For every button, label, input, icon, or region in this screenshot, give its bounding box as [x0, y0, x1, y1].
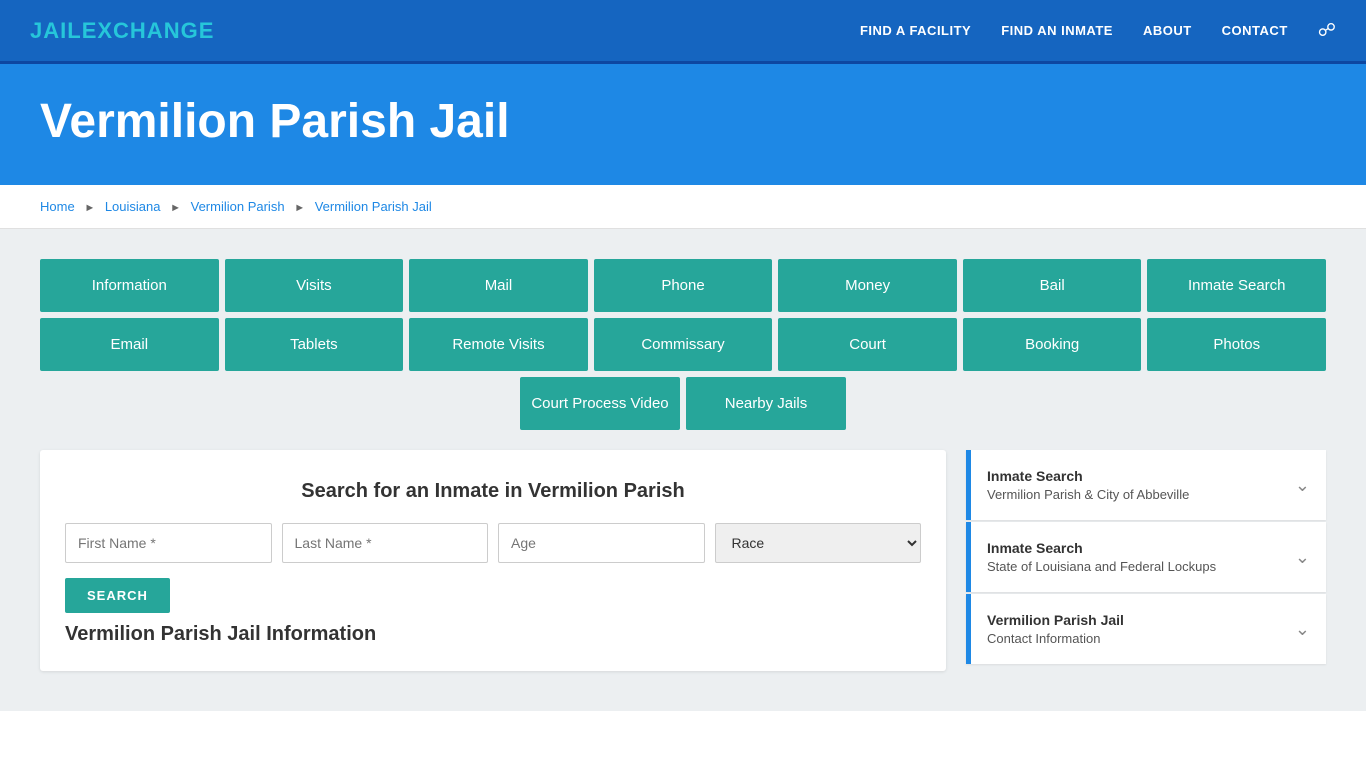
nav-about[interactable]: ABOUT	[1143, 23, 1192, 38]
search-button[interactable]: SEARCH	[65, 578, 170, 613]
breadcrumb-louisiana[interactable]: Louisiana	[105, 199, 161, 214]
breadcrumb-sep-3: ►	[294, 202, 305, 214]
right-inmate-search-local[interactable]: Inmate Search Vermilion Parish & City of…	[966, 450, 1326, 520]
search-section-title: Search for an Inmate in Vermilion Parish	[65, 480, 921, 503]
nav-find-inmate[interactable]: FIND AN INMATE	[1001, 23, 1113, 38]
btn-information[interactable]: Information	[40, 259, 219, 312]
chevron-down-icon-3: ⌄	[1295, 619, 1310, 640]
chevron-down-icon-1: ⌄	[1295, 475, 1310, 496]
last-name-input[interactable]	[282, 523, 489, 563]
right-item-3-subtitle: Contact Information	[987, 631, 1124, 646]
right-item-3-title: Vermilion Parish Jail	[987, 612, 1124, 628]
search-icon[interactable]: ☍	[1318, 20, 1336, 41]
first-name-input[interactable]	[65, 523, 272, 563]
breadcrumb-sep-1: ►	[84, 202, 95, 214]
race-select[interactable]: Race White Black Hispanic Asian Other	[715, 523, 922, 563]
right-item-2-subtitle: State of Louisiana and Federal Lockups	[987, 559, 1216, 574]
breadcrumb: Home ► Louisiana ► Vermilion Parish ► Ve…	[0, 185, 1366, 229]
right-item-2-title: Inmate Search	[987, 540, 1216, 556]
nav-links: FIND A FACILITY FIND AN INMATE ABOUT CON…	[860, 20, 1336, 41]
right-contact-info[interactable]: Vermilion Parish Jail Contact Informatio…	[966, 594, 1326, 664]
left-panel: Search for an Inmate in Vermilion Parish…	[40, 450, 946, 671]
navbar: JAILEXCHANGE FIND A FACILITY FIND AN INM…	[0, 0, 1366, 64]
content-area: Search for an Inmate in Vermilion Parish…	[40, 450, 1326, 671]
chevron-down-icon-2: ⌄	[1295, 547, 1310, 568]
page-title: Vermilion Parish Jail	[40, 94, 1326, 149]
right-panel: Inmate Search Vermilion Parish & City of…	[966, 450, 1326, 671]
btn-commissary[interactable]: Commissary	[594, 318, 773, 371]
left-bottom: Vermilion Parish Jail Information	[65, 623, 921, 646]
search-form: Race White Black Hispanic Asian Other	[65, 523, 921, 563]
right-item-1-subtitle: Vermilion Parish & City of Abbeville	[987, 487, 1189, 502]
btn-nearby-jails[interactable]: Nearby Jails	[686, 377, 846, 430]
site-logo[interactable]: JAILEXCHANGE	[30, 18, 214, 44]
btn-mail[interactable]: Mail	[409, 259, 588, 312]
grid-row-2: Email Tablets Remote Visits Commissary C…	[40, 318, 1326, 371]
btn-money[interactable]: Money	[778, 259, 957, 312]
grid-row-3: Court Process Video Nearby Jails	[40, 377, 1326, 430]
nav-contact[interactable]: CONTACT	[1222, 23, 1288, 38]
btn-tablets[interactable]: Tablets	[225, 318, 404, 371]
btn-email[interactable]: Email	[40, 318, 219, 371]
right-inmate-search-state[interactable]: Inmate Search State of Louisiana and Fed…	[966, 522, 1326, 592]
nav-find-facility[interactable]: FIND A FACILITY	[860, 23, 971, 38]
logo-exchange: EXCHANGE	[82, 18, 215, 43]
grid-row-1: Information Visits Mail Phone Money Bail…	[40, 259, 1326, 312]
btn-bail[interactable]: Bail	[963, 259, 1142, 312]
info-section-title: Vermilion Parish Jail Information	[65, 623, 921, 646]
btn-phone[interactable]: Phone	[594, 259, 773, 312]
btn-photos[interactable]: Photos	[1147, 318, 1326, 371]
btn-court-process-video[interactable]: Court Process Video	[520, 377, 680, 430]
hero-section: Vermilion Parish Jail	[0, 64, 1366, 185]
breadcrumb-home[interactable]: Home	[40, 199, 75, 214]
age-input[interactable]	[498, 523, 705, 563]
breadcrumb-current: Vermilion Parish Jail	[315, 199, 432, 214]
btn-inmate-search[interactable]: Inmate Search	[1147, 259, 1326, 312]
btn-booking[interactable]: Booking	[963, 318, 1142, 371]
logo-jail: JAIL	[30, 18, 82, 43]
btn-remote-visits[interactable]: Remote Visits	[409, 318, 588, 371]
main-wrapper: Information Visits Mail Phone Money Bail…	[0, 229, 1366, 711]
btn-visits[interactable]: Visits	[225, 259, 404, 312]
right-item-1-title: Inmate Search	[987, 468, 1189, 484]
btn-court[interactable]: Court	[778, 318, 957, 371]
breadcrumb-sep-2: ►	[170, 202, 181, 214]
breadcrumb-vermilion-parish[interactable]: Vermilion Parish	[191, 199, 285, 214]
